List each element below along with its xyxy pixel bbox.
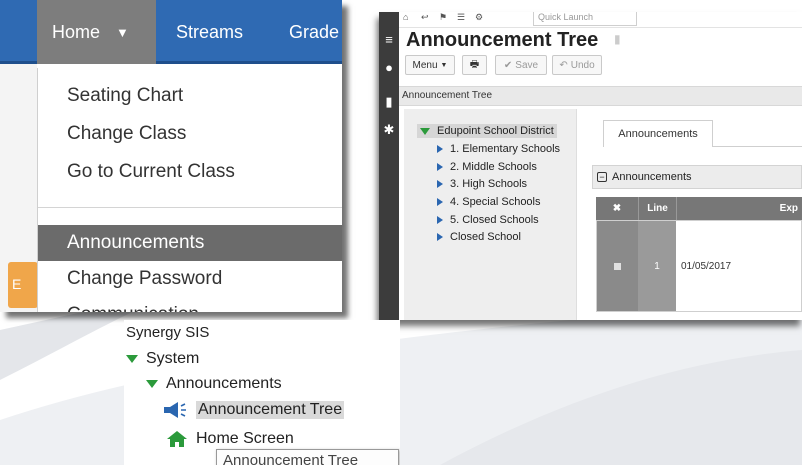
tree-node-closed-school[interactable]: Closed School <box>437 231 521 243</box>
bookmark-icon[interactable]: ▮ <box>382 94 396 110</box>
tree-node-label: 2. Middle Schools <box>450 161 537 173</box>
page-title: Announcement Tree <box>406 29 599 51</box>
caret-down-icon: ▼ <box>116 24 129 40</box>
tab-announcements[interactable]: Announcements <box>603 120 713 147</box>
tree-node-label: 5. Closed Schools <box>450 214 539 226</box>
tree-node-synergy-root[interactable]: Synergy SIS <box>126 324 209 341</box>
expanded-arrow-icon <box>126 355 138 363</box>
table-row[interactable]: 1 01/05/2017 <box>596 220 802 312</box>
tree-node-label: Closed School <box>450 231 521 243</box>
row-select-cell[interactable] <box>597 221 638 311</box>
tree-node-label: Synergy SIS <box>126 324 210 341</box>
home-label: Home <box>52 21 101 42</box>
tree-node-label: 1. Elementary Schools <box>450 143 561 155</box>
gear-icon[interactable]: ⚙ <box>475 12 483 23</box>
announcement-tree-window: ≡ ● ▮ ✱ ⌂ ↩ ⚑ ☰ ⚙ Quick Launch Announcem… <box>379 12 802 320</box>
tree-node-system[interactable]: System <box>126 350 199 368</box>
tree-node-elementary[interactable]: 1. Elementary Schools <box>437 143 560 155</box>
back-icon[interactable]: ↩ <box>421 12 429 23</box>
collapsed-arrow-icon <box>437 198 443 206</box>
undo-icon: ↶ <box>559 59 568 71</box>
tree-node-label: Edupoint School District <box>437 125 554 137</box>
tree-node-middle[interactable]: 2. Middle Schools <box>437 161 537 173</box>
hamburger-icon[interactable]: ≡ <box>382 32 396 47</box>
menu-item-communication[interactable]: Communication <box>38 297 342 312</box>
nav-tab-streams[interactable]: Streams <box>176 0 243 64</box>
menu-item-announcements[interactable]: Announcements <box>38 225 342 261</box>
undo-label: Undo <box>570 59 595 71</box>
tree-node-announcement-tree[interactable]: Announcement Tree <box>162 401 345 419</box>
row-checkbox-icon[interactable] <box>614 262 621 270</box>
tree-node-special[interactable]: 4. Special Schools <box>437 196 541 208</box>
orange-badge-letter: E <box>12 276 22 292</box>
tree-node-label: Home Screen <box>196 430 294 447</box>
home-icon[interactable]: ⌂ <box>403 12 408 22</box>
settings-icon[interactable]: ✱ <box>382 122 396 138</box>
tree-node-closed-schools[interactable]: 5. Closed Schools <box>437 214 539 226</box>
caret-down-icon: ▼ <box>440 61 448 69</box>
delete-column-icon[interactable]: ✖ <box>596 197 638 220</box>
left-sidebar: ≡ ● ▮ ✱ <box>379 12 399 320</box>
checkmark-icon: ✔ <box>503 59 513 71</box>
tree-node-label: System <box>146 350 200 367</box>
breadcrumb-label: Announcement Tree <box>402 90 493 101</box>
home-menu-button[interactable]: Home ▼ <box>37 0 156 64</box>
undo-button[interactable]: ↶ Undo <box>552 55 602 75</box>
collapse-icon[interactable]: − <box>597 172 607 182</box>
list-icon[interactable]: ☰ <box>457 12 465 23</box>
navigation-menu-panel: Home ▼ Streams Grade E Seating Chart Cha… <box>0 0 342 312</box>
row-line-cell: 1 <box>638 221 676 311</box>
tree-node-root[interactable]: Edupoint School District <box>417 124 557 138</box>
expanded-arrow-icon <box>146 380 158 388</box>
home-dropdown-menu: Seating Chart Change Class Go to Current… <box>37 68 342 312</box>
collapsed-arrow-icon <box>437 216 443 224</box>
column-header-line[interactable]: Line <box>638 197 676 220</box>
menu-divider <box>38 207 342 208</box>
menu-item-go-to-current-class[interactable]: Go to Current Class <box>38 154 342 190</box>
tab-divider <box>713 146 802 147</box>
top-toolbar-strip: ⌂ ↩ ⚑ ☰ ⚙ Quick Launch <box>399 12 802 28</box>
pin-icon[interactable]: ▮ <box>614 32 621 46</box>
grid-column-header-row: ✖ Line Exp <box>596 197 802 220</box>
column-header-exp[interactable]: Exp <box>676 197 802 220</box>
tree-node-high[interactable]: 3. High Schools <box>437 178 527 190</box>
save-button[interactable]: ✔ Save <box>495 55 547 75</box>
pin-icon[interactable]: ● <box>382 60 396 75</box>
tree-node-announcements[interactable]: Announcements <box>146 375 282 393</box>
printer-icon: 🖶 <box>469 58 480 70</box>
menu-label: Menu <box>412 59 438 71</box>
menu-item-change-password[interactable]: Change Password <box>38 261 342 297</box>
save-label: Save <box>515 59 539 71</box>
menu-item-seating-chart[interactable]: Seating Chart <box>38 78 342 114</box>
orange-badge[interactable]: E <box>8 262 38 308</box>
district-tree: Edupoint School District 1. Elementary S… <box>404 109 577 320</box>
menu-item-change-class[interactable]: Change Class <box>38 116 342 152</box>
row-date-cell: 01/05/2017 <box>681 260 732 272</box>
announcements-grid-header[interactable]: − Announcements <box>592 165 802 189</box>
expanded-arrow-icon <box>420 127 430 135</box>
print-button[interactable]: 🖶 <box>462 55 487 75</box>
tree-node-label: Announcements <box>166 375 282 392</box>
tooltip: Announcement Tree <box>216 449 399 465</box>
tree-node-label: 3. High Schools <box>450 178 528 190</box>
collapsed-arrow-icon <box>437 180 443 188</box>
tree-node-label: 4. Special Schools <box>450 196 541 208</box>
home-icon <box>167 431 187 447</box>
menu-button[interactable]: Menu ▼ <box>405 55 455 75</box>
collapsed-arrow-icon <box>437 233 443 241</box>
synergy-navigation-tree: Synergy SIS System Announcements Announc… <box>124 320 400 465</box>
quick-launch-input[interactable]: Quick Launch <box>533 12 637 26</box>
nav-tab-grade[interactable]: Grade <box>289 0 339 64</box>
breadcrumb: Announcement Tree <box>399 86 802 106</box>
tree-node-home-screen[interactable]: Home Screen <box>166 430 294 448</box>
flag-icon[interactable]: ⚑ <box>439 12 447 23</box>
megaphone-icon <box>164 402 186 418</box>
tree-node-label: Announcement Tree <box>196 401 345 419</box>
collapsed-arrow-icon <box>437 163 443 171</box>
collapsed-arrow-icon <box>437 145 443 153</box>
grid-title: Announcements <box>612 171 692 183</box>
